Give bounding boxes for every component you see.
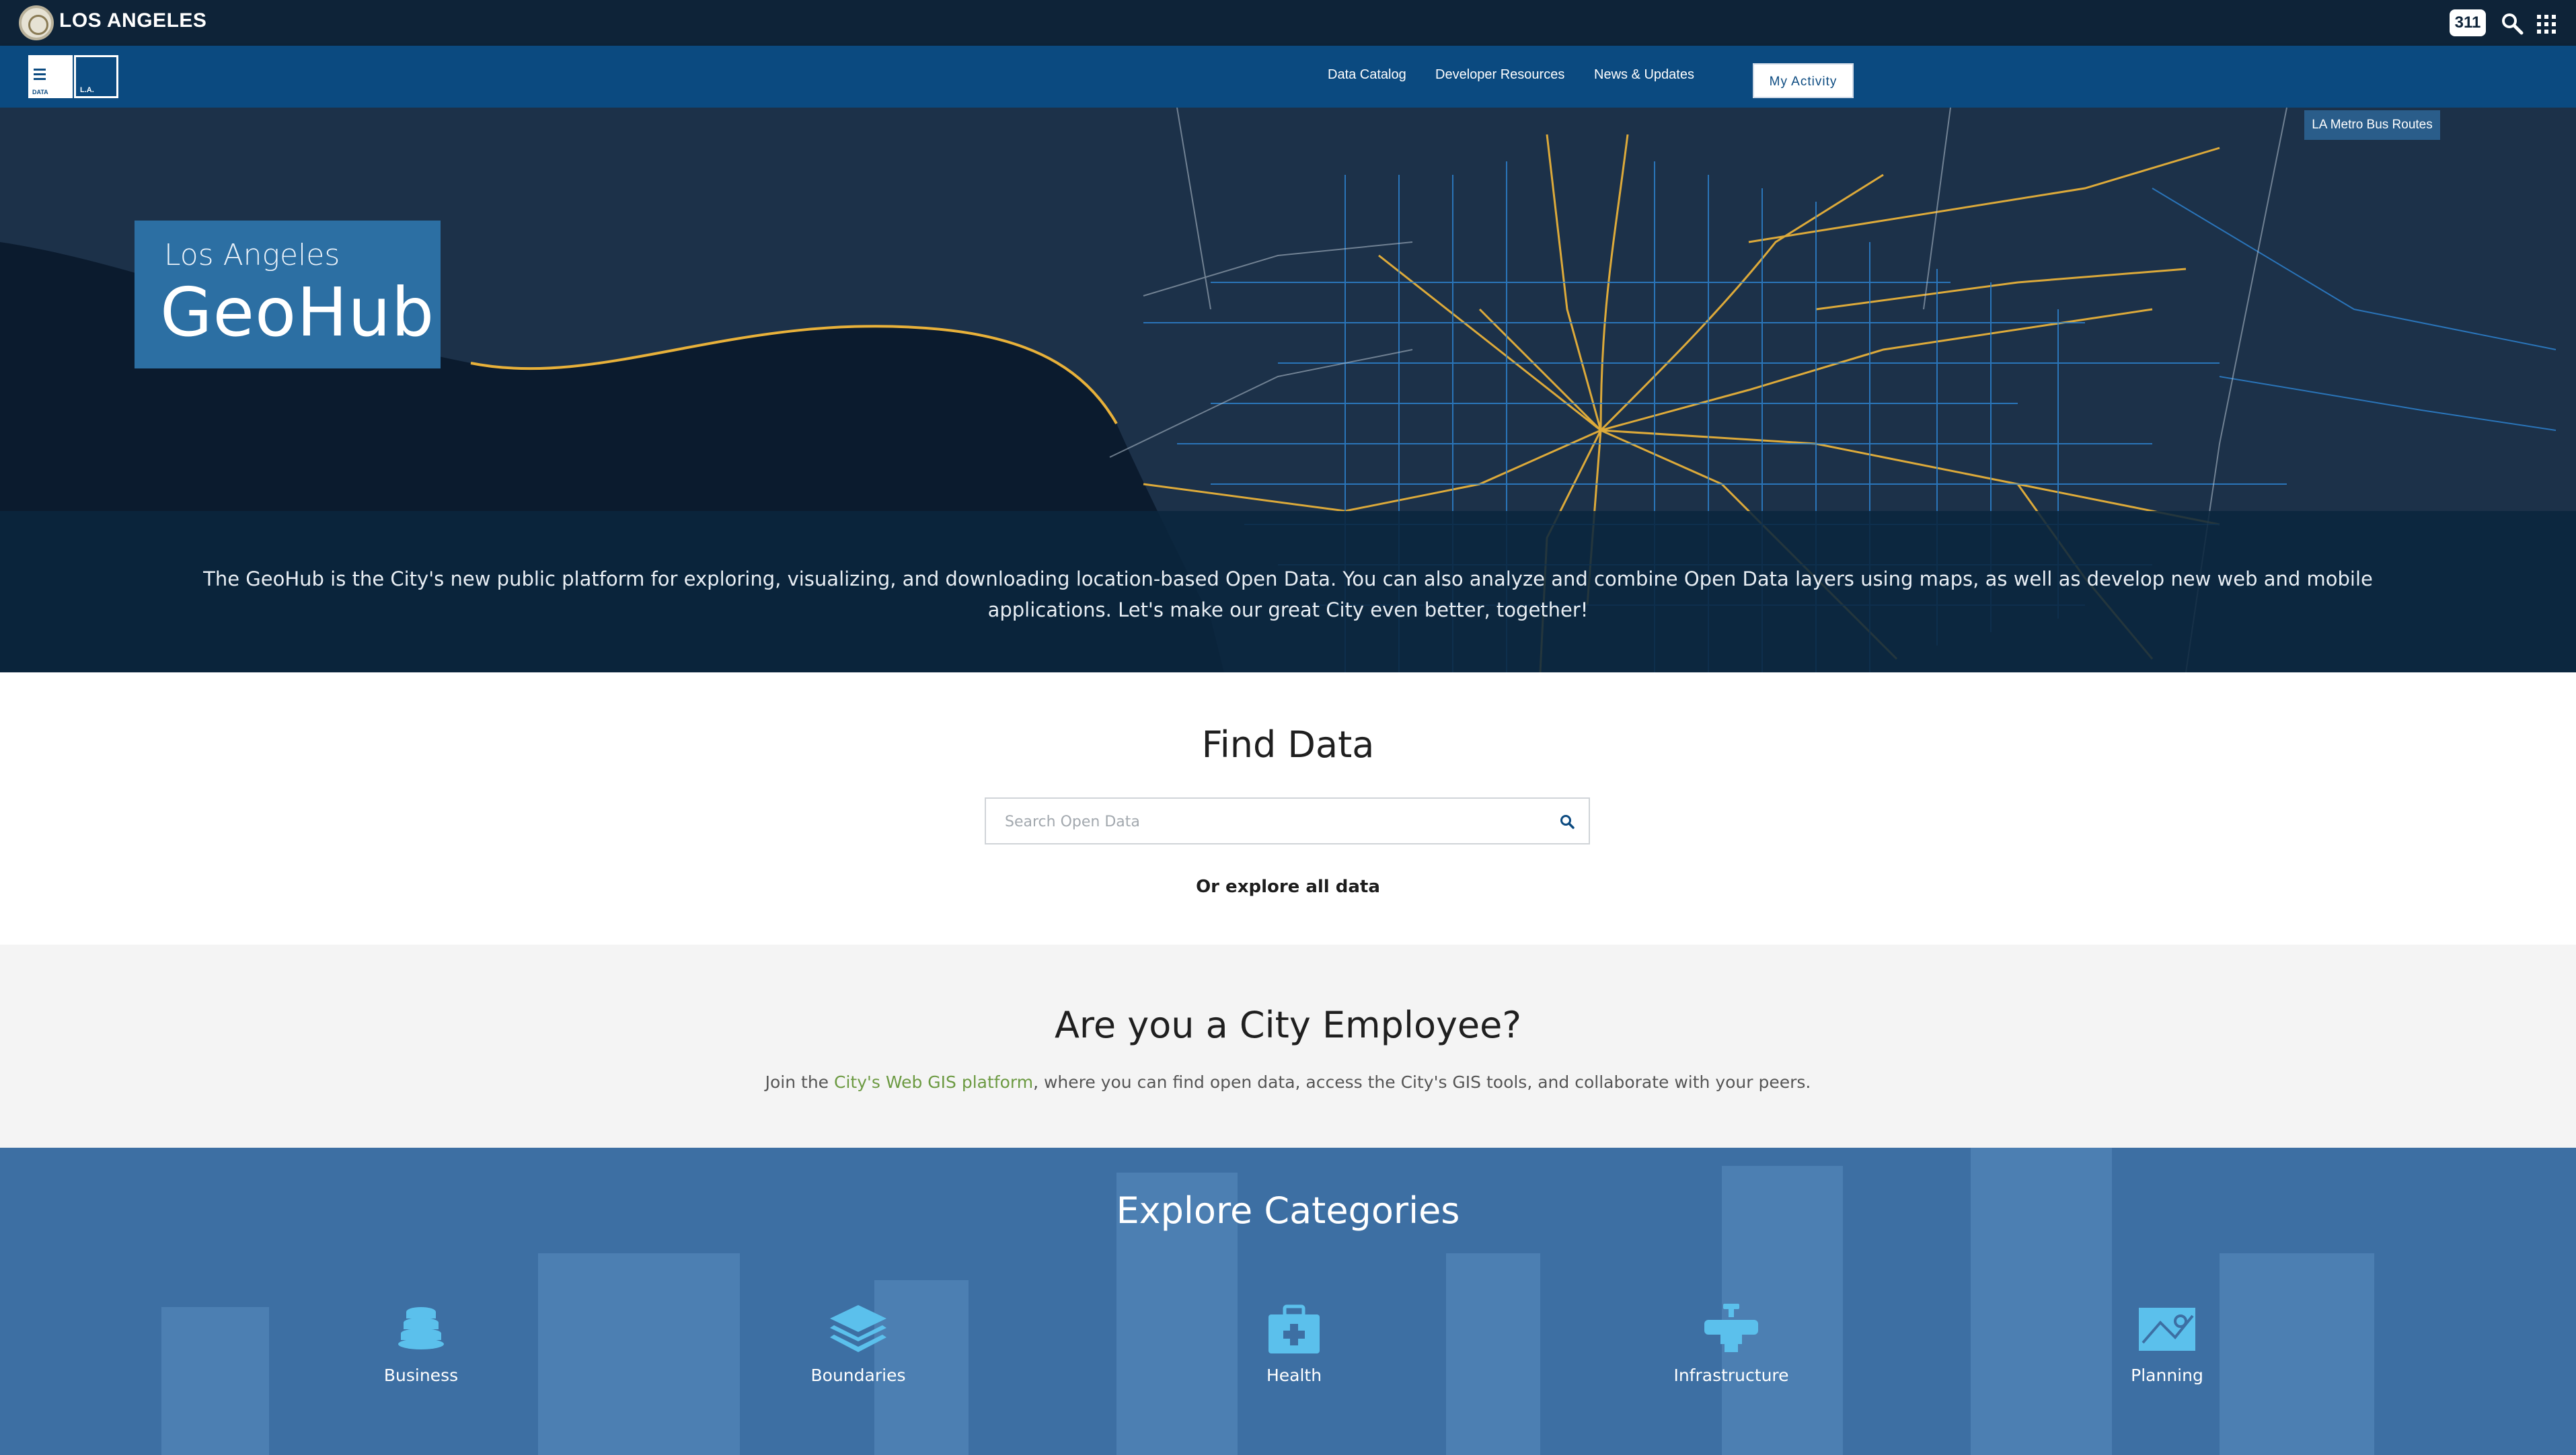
coins-icon (398, 1307, 444, 1349)
category-health[interactable]: Health (1207, 1302, 1381, 1385)
search-input[interactable] (1005, 807, 1543, 836)
city-employee-section: Are you a City Employee? Join the City's… (0, 945, 2576, 1148)
medical-kit-icon (1268, 1304, 1320, 1353)
explore-categories-heading: Explore Categories (1116, 1189, 1460, 1232)
nav-news-updates[interactable]: News & Updates (1594, 67, 1694, 83)
water-tap-icon (1704, 1304, 1758, 1352)
layers-icon (830, 1305, 886, 1352)
employee-text-before: Join the (765, 1072, 834, 1092)
data-la-logo[interactable]: DATA (28, 55, 73, 98)
category-boundaries[interactable]: Boundaries (771, 1302, 946, 1385)
category-business[interactable]: Business (334, 1302, 508, 1385)
employee-text: Join the City's Web GIS platform, where … (0, 1072, 2576, 1092)
category-label: Infrastructure (1673, 1366, 1789, 1385)
search-submit-icon[interactable] (1556, 811, 1578, 832)
logo-la-text: L.A. (80, 86, 94, 94)
find-data-section: Find Data Or explore all data (0, 672, 2576, 945)
category-label: Health (1266, 1366, 1322, 1385)
hero-map: LA Metro Bus Routes Los Angeles GeoHub T… (0, 108, 2576, 672)
city-seal-icon[interactable] (19, 5, 54, 40)
map-layer-tag[interactable]: LA Metro Bus Routes (2304, 110, 2440, 140)
category-label: Business (383, 1366, 459, 1385)
skyline-building (161, 1307, 269, 1455)
employee-heading: Are you a City Employee? (1054, 1004, 1522, 1046)
city-header-bar: LOS ANGELES 311 (0, 0, 2576, 46)
logo-data-text: DATA (32, 89, 48, 95)
category-label: Boundaries (810, 1366, 906, 1385)
nav-developer-resources[interactable]: Developer Resources (1435, 67, 1564, 83)
skyline-building (538, 1253, 740, 1455)
map-icon (2139, 1308, 2195, 1351)
intro-text: The GeoHub is the City's new public plat… (203, 567, 2373, 621)
city-name-link[interactable]: LOS ANGELES (59, 9, 206, 32)
hero-title-box: Los Angeles GeoHub (135, 221, 441, 368)
search-box (985, 797, 1590, 844)
employee-text-after: , where you can find open data, access t… (1033, 1072, 1811, 1092)
menu-icon (34, 69, 46, 83)
site-navbar: DATA L.A. Data Catalog Developer Resourc… (0, 46, 2576, 108)
explore-all-data-link[interactable]: Or explore all data (0, 877, 2576, 897)
find-data-heading: Find Data (1201, 723, 1375, 766)
my-activity-button[interactable]: My Activity (1753, 63, 1854, 98)
hero-title-sub: Los Angeles (164, 238, 340, 272)
explore-categories-section: Explore Categories Business Boundaries H… (0, 1148, 2576, 1455)
skyline-building (1446, 1253, 1540, 1455)
search-icon[interactable] (2501, 12, 2524, 35)
la-logo[interactable]: L.A. (74, 55, 118, 98)
category-infrastructure[interactable]: Infrastructure (1644, 1302, 1819, 1385)
apps-grid-icon[interactable] (2537, 15, 2556, 34)
web-gis-platform-link[interactable]: City's Web GIS platform (834, 1072, 1033, 1092)
category-planning[interactable]: Planning (2080, 1302, 2255, 1385)
311-button[interactable]: 311 (2450, 9, 2486, 36)
intro-band: The GeoHub is the City's new public plat… (0, 511, 2576, 672)
hero-title-main: GeoHub (160, 273, 435, 352)
nav-data-catalog[interactable]: Data Catalog (1328, 67, 1406, 83)
category-label: Planning (2131, 1366, 2203, 1385)
